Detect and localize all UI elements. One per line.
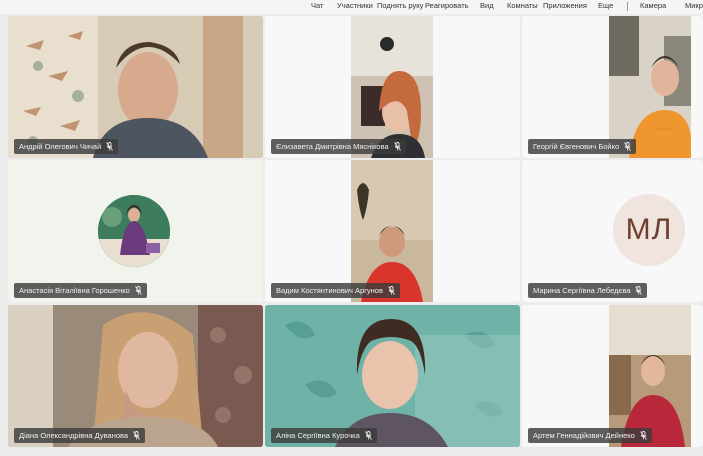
participant-tile[interactable]: Діана Олександрівна Дуванова [8, 305, 263, 447]
participant-avatar [98, 195, 170, 267]
participant-name-badge: Діана Олександрівна Дуванова [14, 428, 146, 443]
microphone-off-icon [388, 286, 395, 295]
participant-tile[interactable]: Єлизавета Дмитрівна Мяснікова [265, 16, 520, 158]
participant-name-badge: Марина Сергіївна Лебедєва [528, 283, 648, 298]
participant-tile[interactable]: Анастасія Віталіївна Горошенко [8, 160, 263, 302]
microphone-off-icon [624, 142, 632, 151]
participant-tile[interactable]: Артем Геннадійович Дейнеко [522, 305, 703, 447]
participant-video [8, 305, 263, 447]
participant-name: Артем Геннадійович Дейнеко [533, 431, 635, 440]
participant-name-badge: Аліна Сергіївна Курочка [271, 428, 377, 443]
microphone-off-icon [364, 431, 372, 440]
participant-video [265, 305, 520, 447]
participant-tile[interactable]: Вадим Костянтинович Аргунов [265, 160, 520, 302]
participant-name-badge: Андрій Олегович Чичай [14, 139, 119, 154]
participant-tile[interactable]: МЛ Марина Сергіївна Лебедєва [522, 160, 703, 302]
participant-name-badge: Вадим Костянтинович Аргунов [271, 283, 400, 298]
participant-name: Марина Сергіївна Лебедєва [533, 286, 631, 295]
apps-button[interactable]: Приложения [543, 0, 587, 12]
participant-tile[interactable]: Андрій Олегович Чичай [8, 16, 263, 158]
participant-initials-avatar: МЛ [613, 194, 685, 266]
participant-name-badge: Артем Геннадійович Дейнеко [528, 428, 652, 443]
toolbar-divider [627, 2, 628, 11]
microphone-off-icon [134, 286, 142, 295]
participant-name-badge: Георгій Євгенович Бойко [528, 139, 637, 154]
camera-button[interactable]: Камера [640, 0, 666, 12]
participant-name-badge: Єлизавета Дмитрівна Мяснікова [271, 139, 406, 154]
participant-name: Вадим Костянтинович Аргунов [276, 286, 383, 295]
participant-name: Георгій Євгенович Бойко [533, 142, 620, 151]
participant-name: Андрій Олегович Чичай [19, 142, 102, 151]
participant-tile[interactable]: Аліна Сергіївна Курочка [265, 305, 520, 447]
microphone-off-icon [393, 142, 401, 151]
participant-name: Діана Олександрівна Дуванова [19, 431, 129, 440]
microphone-off-icon [106, 142, 114, 151]
participant-video [351, 16, 433, 158]
view-button[interactable]: Вид [480, 0, 494, 12]
chat-button[interactable]: Чат [311, 0, 323, 12]
rooms-button[interactable]: Комнаты [507, 0, 538, 12]
participant-video: ~~~~ [609, 16, 691, 158]
participant-video [351, 160, 433, 302]
participant-tile[interactable]: ~~~~ Георгій Євгенович Бойко [522, 16, 703, 158]
microphone-off-icon [639, 431, 647, 440]
react-button[interactable]: Реагировать [425, 0, 469, 12]
participant-video [609, 305, 691, 447]
participant-name: Аліна Сергіївна Курочка [276, 431, 360, 440]
raise-hand-button[interactable]: Поднять руку [377, 0, 423, 12]
participant-name: Анастасія Віталіївна Горошенко [19, 286, 130, 295]
participant-name-badge: Анастасія Віталіївна Горошенко [14, 283, 147, 298]
participants-button[interactable]: Участники [337, 0, 373, 12]
meeting-toolbar: Чат Участники Поднять руку Реагировать В… [0, 0, 703, 14]
microphone-button[interactable]: Микр [685, 0, 703, 12]
microphone-off-icon [635, 286, 643, 295]
svg-text:~~~~: ~~~~ [655, 127, 672, 133]
participant-video [8, 16, 263, 158]
more-button[interactable]: Еще [598, 0, 613, 12]
participant-name: Єлизавета Дмитрівна Мяснікова [276, 142, 389, 151]
microphone-off-icon [133, 431, 140, 440]
